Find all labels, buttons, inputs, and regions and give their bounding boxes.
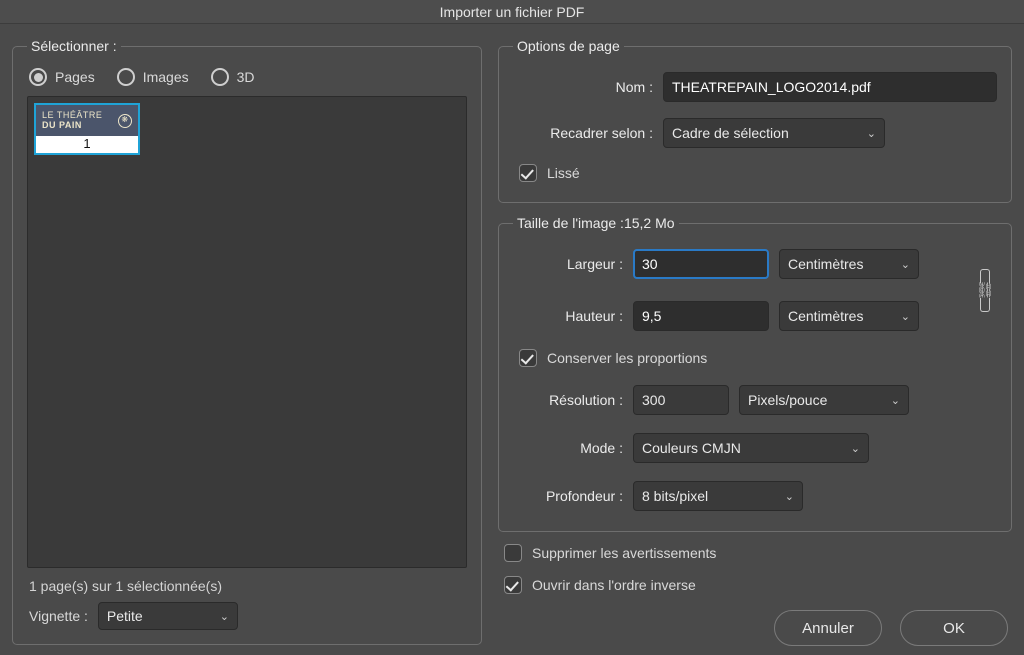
resolution-input[interactable] (633, 385, 729, 415)
mode-value: Couleurs CMJN (642, 440, 741, 456)
mode-label: Mode : (513, 440, 623, 456)
vignette-select[interactable]: Petite ⌄ (98, 602, 238, 630)
link-bracket-icon (980, 269, 990, 283)
radio-indicator-icon (29, 68, 47, 86)
image-size-value: 15,2 Mo (624, 215, 675, 231)
suppress-warnings-checkbox[interactable]: Supprimer les avertissements (504, 544, 1012, 562)
ok-button[interactable]: OK (900, 610, 1008, 646)
depth-label: Profondeur : (513, 488, 623, 504)
vignette-value: Petite (107, 608, 143, 624)
link-icon: ⛓ (975, 283, 994, 298)
window-title: Importer un fichier PDF (0, 0, 1024, 24)
wheat-icon (118, 114, 132, 128)
keep-proportions-label: Conserver les proportions (547, 350, 707, 366)
keep-proportions-checkbox[interactable]: Conserver les proportions (519, 349, 707, 367)
cancel-button[interactable]: Annuler (774, 610, 882, 646)
select-legend: Sélectionner : (27, 38, 121, 54)
image-size-legend: Taille de l'image :15,2 Mo (513, 215, 679, 231)
constrain-link[interactable]: ⛓ (973, 243, 997, 337)
checkbox-icon (504, 544, 522, 562)
radio-3d-label: 3D (237, 69, 255, 85)
chevron-down-icon: ⌄ (785, 490, 794, 503)
radio-pages[interactable]: Pages (29, 68, 95, 86)
chevron-down-icon: ⌄ (851, 442, 860, 455)
width-label: Largeur : (513, 256, 623, 272)
page-thumbnail[interactable]: LE THÉÂTRE DU PAIN 1 (34, 103, 140, 155)
depth-select[interactable]: 8 bits/pixel ⌄ (633, 481, 803, 511)
image-size-group: Taille de l'image :15,2 Mo Largeur : Cen… (498, 215, 1012, 532)
height-unit-select[interactable]: Centimètres ⌄ (779, 301, 919, 331)
width-unit-value: Centimètres (788, 256, 863, 272)
radio-pages-label: Pages (55, 69, 95, 85)
radio-indicator-icon (211, 68, 229, 86)
radio-images[interactable]: Images (117, 68, 189, 86)
chevron-down-icon: ⌄ (901, 258, 910, 271)
radio-images-label: Images (143, 69, 189, 85)
width-unit-select[interactable]: Centimètres ⌄ (779, 249, 919, 279)
height-input[interactable] (633, 301, 769, 331)
resolution-unit-select[interactable]: Pixels/pouce ⌄ (739, 385, 909, 415)
checkmark-icon (519, 164, 537, 182)
depth-value: 8 bits/pixel (642, 488, 708, 504)
page-options-group: Options de page Nom : Recadrer selon : C… (498, 38, 1012, 203)
width-input[interactable] (633, 249, 769, 279)
reverse-order-checkbox[interactable]: Ouvrir dans l'ordre inverse (504, 576, 1012, 594)
thumbnail-logo: LE THÉÂTRE DU PAIN (36, 105, 138, 136)
height-unit-value: Centimètres (788, 308, 863, 324)
dialog-footer: Annuler OK (498, 606, 1012, 646)
chevron-down-icon: ⌄ (220, 610, 229, 623)
name-label: Nom : (513, 79, 653, 95)
radio-3d[interactable]: 3D (211, 68, 255, 86)
mode-select[interactable]: Couleurs CMJN ⌄ (633, 433, 869, 463)
chevron-down-icon: ⌄ (901, 310, 910, 323)
thumbnail-logo-line2: DU PAIN (42, 121, 102, 131)
height-label: Hauteur : (513, 308, 623, 324)
name-input[interactable] (663, 72, 997, 102)
selection-status: 1 page(s) sur 1 sélectionnée(s) (29, 578, 465, 594)
link-bracket-icon (980, 298, 990, 312)
suppress-warnings-label: Supprimer les avertissements (532, 545, 716, 561)
chevron-down-icon: ⌄ (867, 127, 876, 140)
reverse-order-label: Ouvrir dans l'ordre inverse (532, 577, 696, 593)
vignette-label: Vignette : (29, 608, 88, 624)
image-size-legend-prefix: Taille de l'image : (517, 215, 624, 231)
checkmark-icon (504, 576, 522, 594)
thumbnail-page-number: 1 (36, 136, 138, 153)
select-type-radios: Pages Images 3D (29, 68, 467, 86)
select-group: Sélectionner : Pages Images 3D (12, 38, 482, 645)
page-options-legend: Options de page (513, 38, 624, 54)
chevron-down-icon: ⌄ (891, 394, 900, 407)
crop-select[interactable]: Cadre de sélection ⌄ (663, 118, 885, 148)
resolution-label: Résolution : (513, 392, 623, 408)
smooth-checkbox[interactable]: Lissé (519, 164, 580, 182)
resolution-unit-value: Pixels/pouce (748, 392, 827, 408)
radio-indicator-icon (117, 68, 135, 86)
crop-label: Recadrer selon : (513, 125, 653, 141)
thumbnail-grid[interactable]: LE THÉÂTRE DU PAIN 1 (27, 96, 467, 568)
checkmark-icon (519, 349, 537, 367)
smooth-label: Lissé (547, 165, 580, 181)
crop-value: Cadre de sélection (672, 125, 789, 141)
